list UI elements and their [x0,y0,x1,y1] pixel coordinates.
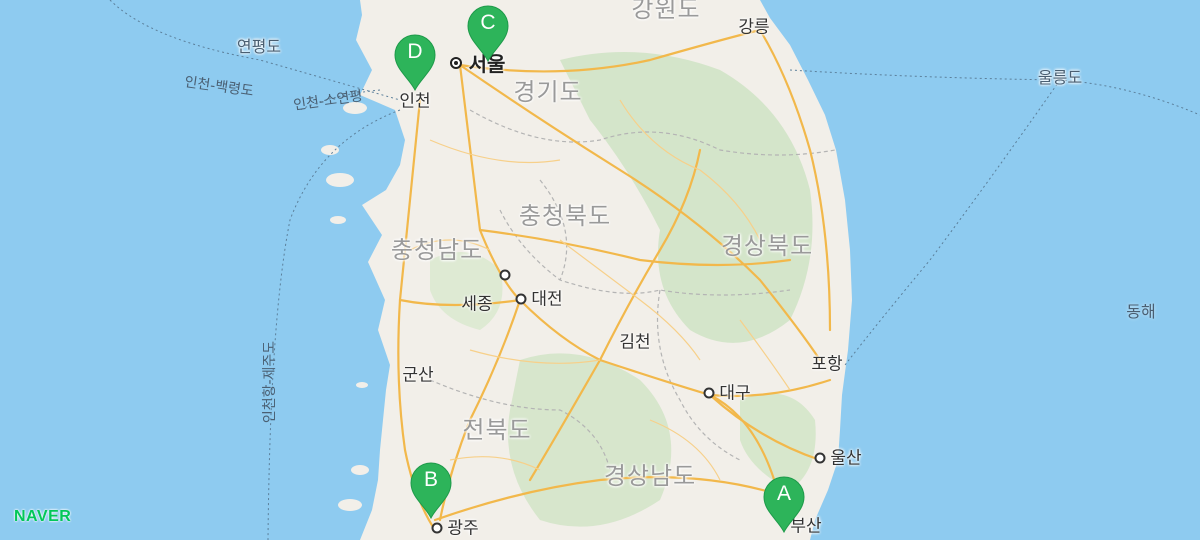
marker-letter: A [776,482,791,505]
province-label-jeonbuk: 전북도 [462,416,532,444]
city-label-gunsan: 군산 [402,365,434,386]
province-label-chungbuk: 충청북도 [518,202,612,230]
province-label-gyeonggi: 경기도 [513,78,583,106]
map-marker-c[interactable]: C [465,5,511,63]
city-dot-daejeon [515,293,527,305]
city-dot-sejong [499,269,511,281]
marker-letter: D [407,40,423,63]
city-dot-ulsan [814,452,826,464]
city-label-gangneung: 강릉 [738,17,770,38]
island-label-yeonpyeong: 연평도 [236,37,282,56]
province-label-gangwon: 강원도 [631,0,701,23]
marker-letter: C [480,11,496,34]
map-view[interactable]: 강원도 경기도 충청북도 충청남도 경상북도 전북도 경상남도 강릉 서울 인천… [0,0,1200,540]
city-label-gwangju: 광주 [447,518,479,539]
island-label-ulleung: 울릉도 [1037,68,1083,87]
capital-dot-seoul [450,57,462,69]
map-marker-a[interactable]: A [761,476,807,534]
naver-logo: NAVER [14,508,72,525]
city-label-daegu: 대구 [719,383,751,404]
city-label-pohang: 포항 [811,354,843,375]
province-label-gyeongbuk: 경상북도 [720,232,814,260]
marker-letter: B [423,468,438,491]
ferry-route-label-jeju: 인천항-제주도 [262,340,278,424]
city-label-incheon: 인천 [399,91,431,112]
city-label-sejong: 세종 [461,294,493,315]
city-label-gimcheon: 김천 [619,332,651,353]
city-dot-gwangju [431,522,443,534]
province-label-gyeongnam: 경상남도 [603,462,697,490]
province-label-chungnam: 충청남도 [390,236,484,264]
city-dot-daegu [703,387,715,399]
city-label-ulsan: 울산 [830,448,862,469]
map-marker-d[interactable]: D [392,34,438,92]
map-base [0,0,1200,540]
sea-label-east-sea: 동해 [1126,302,1156,321]
map-marker-b[interactable]: B [408,462,454,520]
city-label-daejeon: 대전 [531,289,563,310]
